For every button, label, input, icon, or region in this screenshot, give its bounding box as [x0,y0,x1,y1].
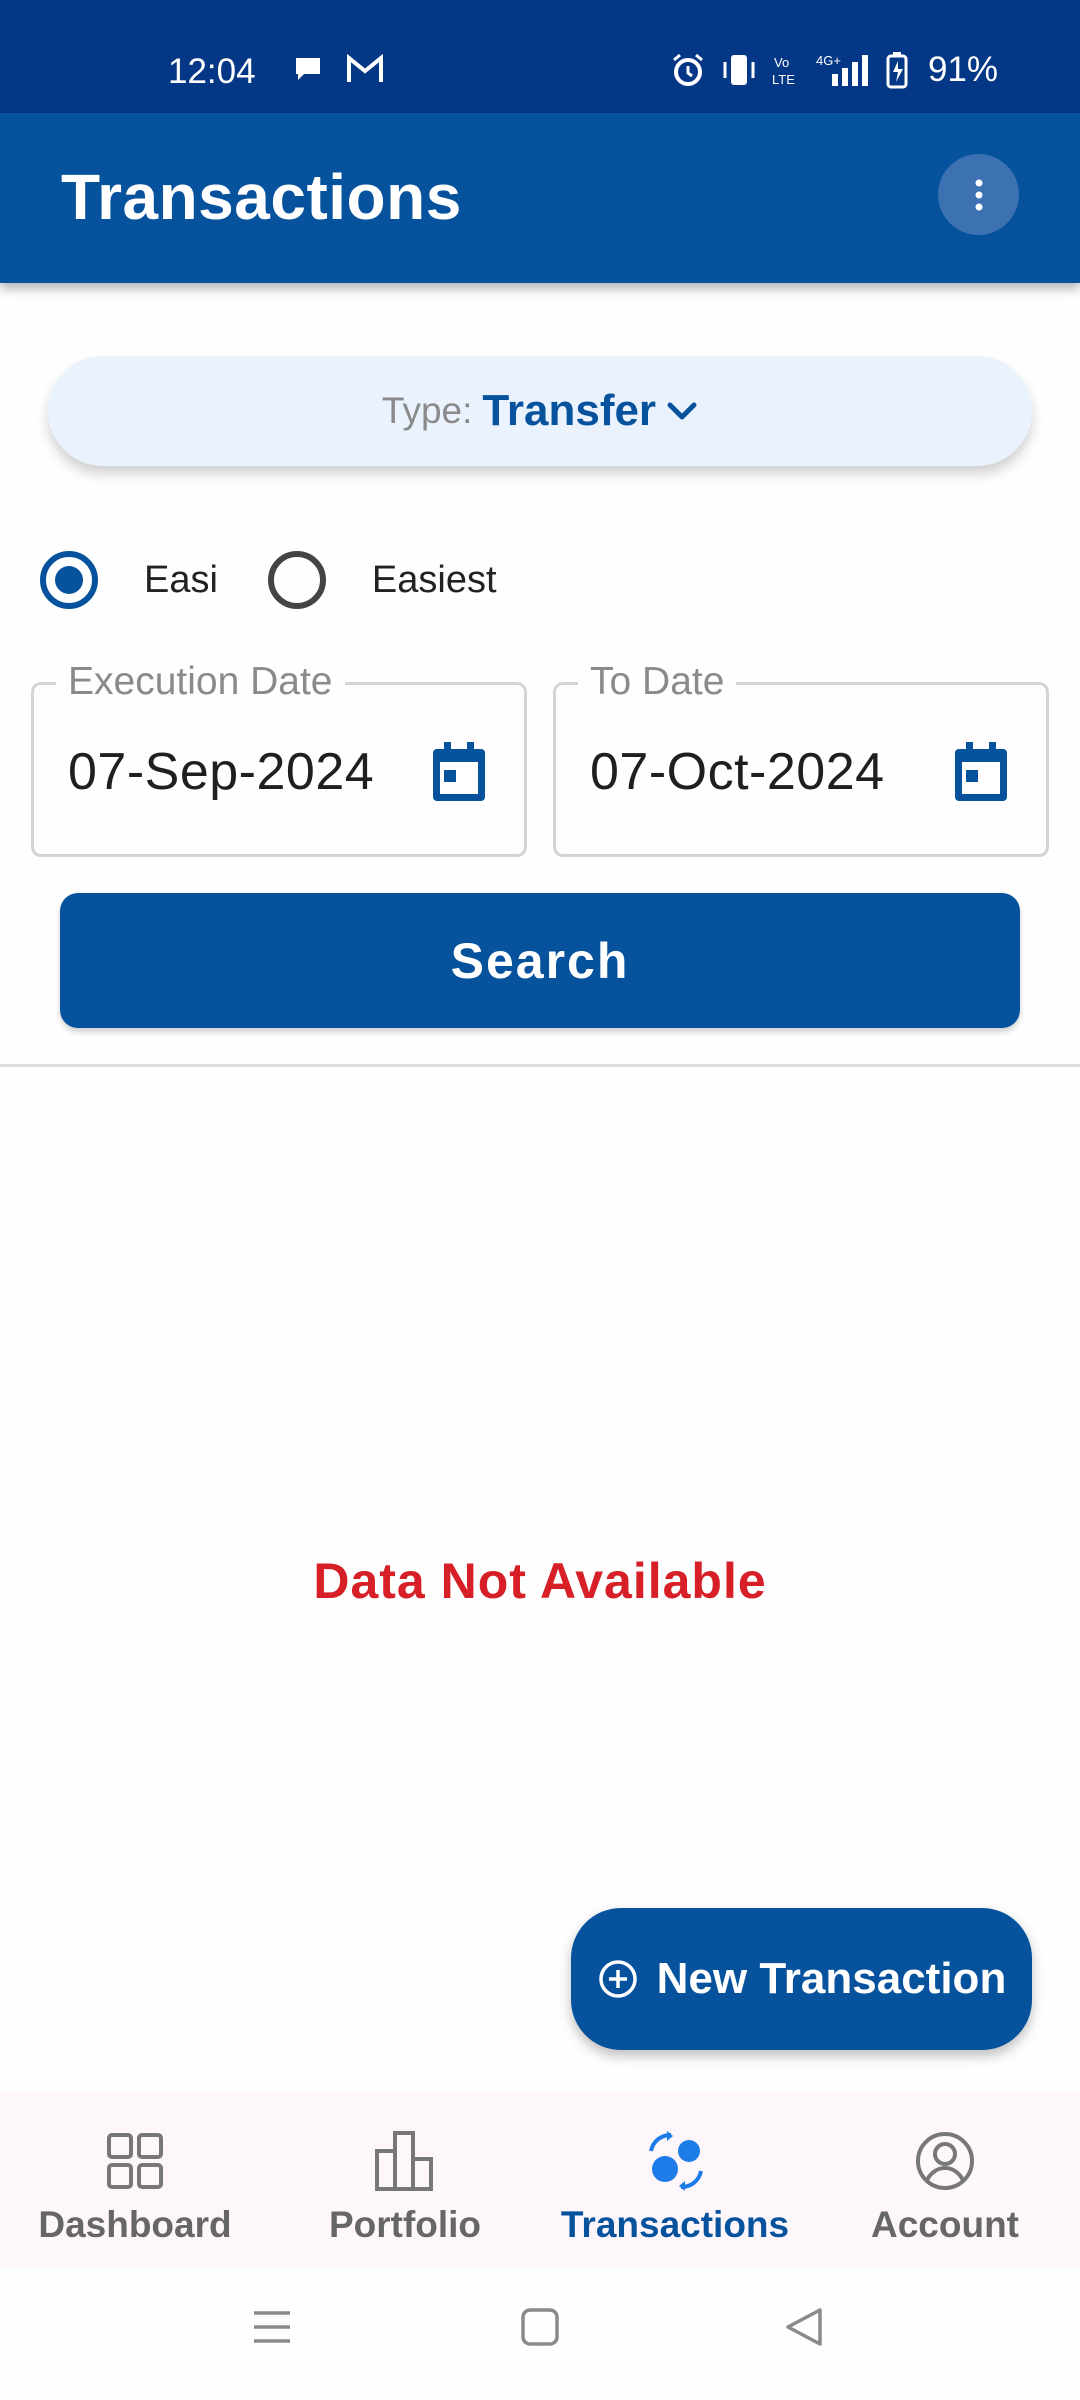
to-date-value: 07-Oct-2024 [590,743,885,801]
radio-easiest[interactable] [267,551,326,609]
nav-dashboard-label: Dashboard [38,2204,232,2245]
signal-4g-icon: 4G+ [816,53,868,86]
more-vert-icon [975,179,982,210]
svg-text:Vo: Vo [774,55,789,70]
system-navigation-bar [0,2267,1080,2400]
status-time: 12:04 [168,52,256,91]
battery-percent: 91% [927,50,998,89]
execution-date-field[interactable]: Execution Date 07-Sep-2024 [31,659,527,857]
page-title: Transactions [61,161,462,233]
type-selector[interactable]: Type: Transfer [48,356,1032,466]
new-transaction-button[interactable]: New Transaction [571,1908,1032,2050]
radio-easi-label: Easi [144,558,218,601]
calendar-icon[interactable] [430,740,488,804]
nav-account[interactable]: Account [810,2092,1080,2267]
search-button[interactable]: Search [60,893,1020,1028]
type-value: Transfer [482,386,657,435]
chevron-down-icon [667,402,697,420]
app-bar: Transactions [0,113,1080,283]
status-bar: 12:04 Vo LTE 4G+ 91% [0,0,1080,113]
execution-date-value: 07-Sep-2024 [68,743,375,801]
back-icon[interactable] [784,2307,824,2347]
home-icon[interactable] [520,2307,560,2347]
account-type-radio-group: Easi Easiest [40,545,497,615]
nav-account-label: Account [871,2204,1019,2245]
add-circle-icon [598,1960,637,1998]
radio-easi[interactable] [40,551,98,609]
svg-text:LTE: LTE [772,72,795,87]
type-label: Type: [381,390,473,431]
dashboard-icon [107,2133,163,2189]
account-icon [916,2132,974,2190]
gmail-icon [347,54,383,82]
portfolio-icon [375,2131,433,2191]
nav-transactions[interactable]: Transactions [540,2092,810,2267]
nav-portfolio[interactable]: Portfolio [270,2092,540,2267]
svg-text:4G+: 4G+ [816,53,841,68]
vibrate-icon [723,55,755,85]
nav-transactions-label: Transactions [560,2204,790,2245]
divider [0,1064,1080,1067]
more-options-button[interactable] [938,154,1019,235]
calendar-icon[interactable] [952,740,1010,804]
battery-icon [886,52,908,89]
to-date-label: To Date [578,659,737,705]
nav-dashboard[interactable]: Dashboard [0,2092,270,2267]
bottom-navigation: Dashboard Portfolio Transactions Account [0,2092,1080,2267]
transactions-icon [649,2131,703,2191]
empty-state-message: Data Not Available [313,1553,767,1609]
chat-icon [296,58,320,80]
execution-date-label: Execution Date [56,659,345,705]
volte-icon: Vo LTE [772,55,795,87]
new-transaction-label: New Transaction [656,1954,1007,2003]
to-date-field[interactable]: To Date 07-Oct-2024 [553,659,1049,857]
recent-apps-icon[interactable] [252,2307,292,2347]
alarm-icon [672,53,703,86]
radio-easiest-label: Easiest [371,558,497,601]
nav-portfolio-label: Portfolio [328,2204,482,2245]
